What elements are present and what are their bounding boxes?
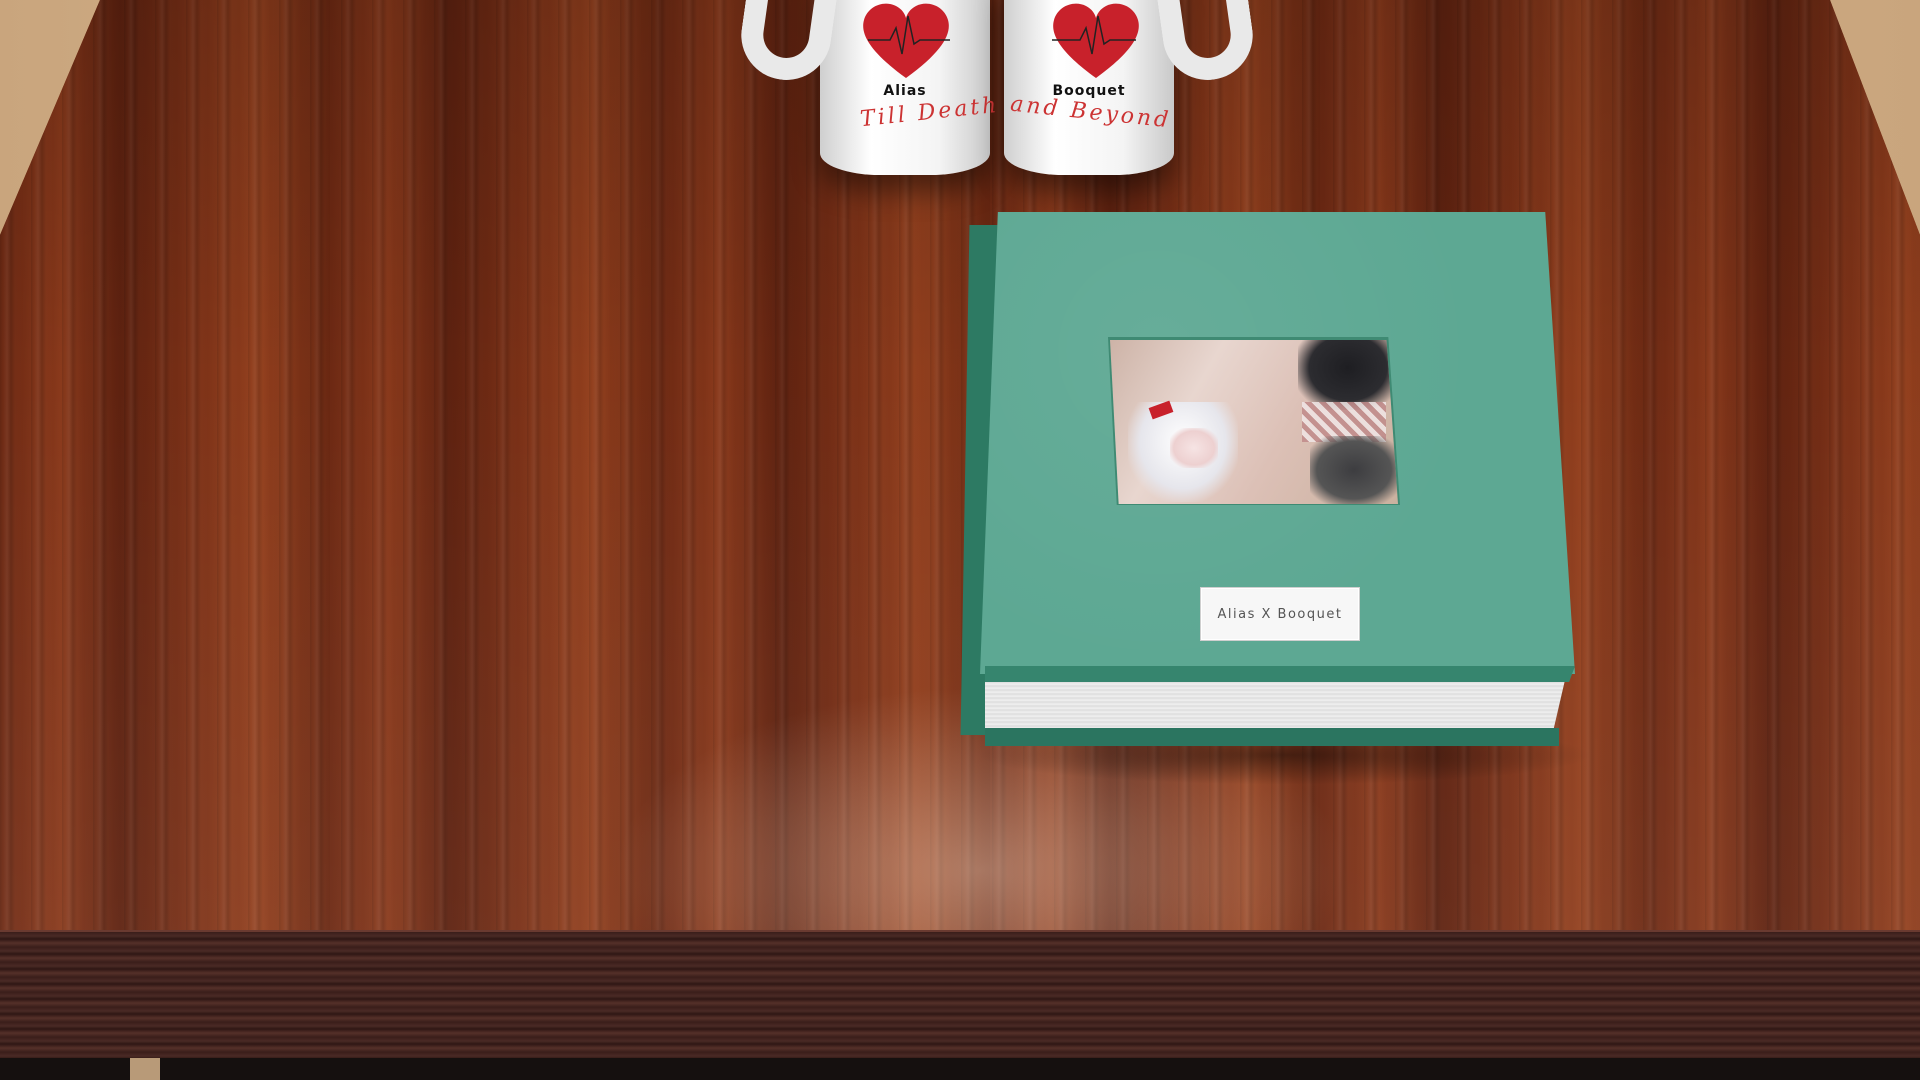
- photo-face: [1170, 428, 1218, 468]
- table-underside: [0, 1058, 1920, 1080]
- book-title-label: Alias X Booquet: [1200, 587, 1360, 641]
- photo-scene: Alias Till Death Booquet and Beyond Alia…: [0, 0, 1920, 1080]
- cover-photo: [1110, 340, 1398, 504]
- book-pages: [985, 680, 1565, 730]
- floor-gap: [130, 1058, 160, 1080]
- photo-dark-hair: [1298, 340, 1398, 410]
- table-edge: [0, 930, 1920, 1060]
- mug-alias: Alias Till Death: [735, 0, 1000, 175]
- heart-icon: [1052, 3, 1139, 79]
- photo-dark-figure: [1310, 436, 1398, 504]
- book-cover-edge: [985, 666, 1575, 682]
- heart-icon: [863, 3, 950, 79]
- book-title-text: Alias X Booquet: [1217, 606, 1343, 622]
- mug-booquet: Booquet and Beyond: [1004, 0, 1259, 175]
- book-back-cover: [985, 728, 1559, 746]
